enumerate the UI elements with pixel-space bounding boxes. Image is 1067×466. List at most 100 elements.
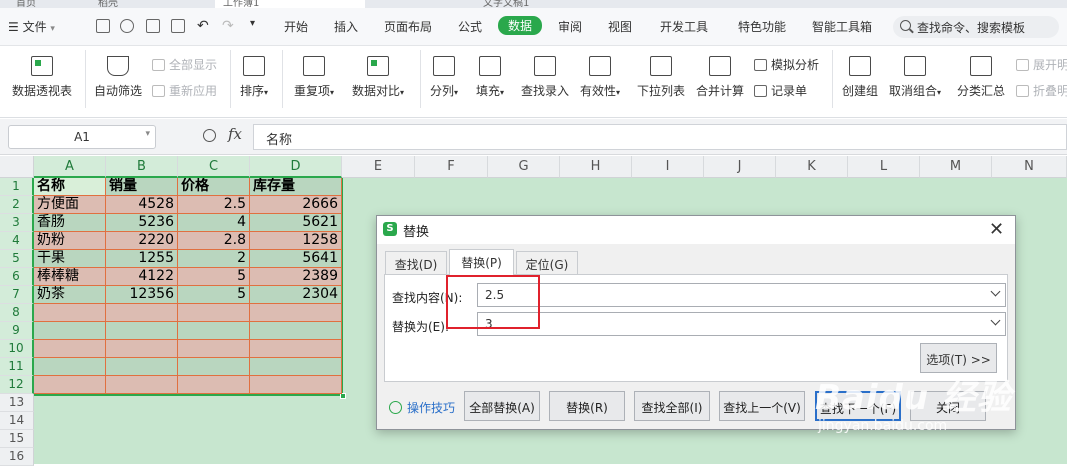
empty-cell[interactable] bbox=[250, 304, 342, 322]
header-cell[interactable]: 名称 bbox=[34, 178, 106, 196]
menu-item-view[interactable]: 视图 bbox=[608, 18, 632, 35]
chevron-down-icon[interactable] bbox=[990, 286, 1001, 297]
data-compare-button[interactable]: 数据对比▾ bbox=[352, 56, 404, 99]
column-header-f[interactable]: F bbox=[415, 156, 488, 178]
select-all-corner[interactable] bbox=[0, 156, 34, 178]
row-header-9[interactable]: 9 bbox=[0, 322, 34, 340]
menu-item-developer[interactable]: 开发工具 bbox=[660, 18, 708, 35]
duplicates-button[interactable]: 重复项▾ bbox=[294, 56, 334, 99]
chevron-down-icon[interactable] bbox=[990, 315, 1001, 326]
empty-cell[interactable] bbox=[178, 340, 250, 358]
replace-all-button[interactable]: 全部替换(A) bbox=[464, 391, 540, 421]
reapply-button[interactable]: 重新应用 bbox=[152, 82, 217, 99]
window-tab-docer[interactable]: 稻壳 bbox=[90, 0, 126, 8]
row-header-6[interactable]: 6 bbox=[0, 268, 34, 286]
row-header-5[interactable]: 5 bbox=[0, 250, 34, 268]
data-cell[interactable]: 2 bbox=[178, 250, 250, 268]
column-header-g[interactable]: G bbox=[488, 156, 560, 178]
data-cell[interactable]: 4122 bbox=[106, 268, 178, 286]
ungroup-button[interactable]: 取消组合▾ bbox=[889, 56, 941, 99]
subtotal-button[interactable]: 分类汇总 bbox=[957, 56, 1005, 99]
fill-button[interactable]: 填充▾ bbox=[476, 56, 504, 99]
window-tab-home[interactable]: 首页 bbox=[8, 0, 44, 8]
data-cell[interactable]: 2220 bbox=[106, 232, 178, 250]
fx-icon[interactable]: fx bbox=[228, 125, 242, 143]
column-header-h[interactable]: H bbox=[560, 156, 632, 178]
row-header-10[interactable]: 10 bbox=[0, 340, 34, 358]
create-group-button[interactable]: 创建组 bbox=[842, 56, 878, 99]
row-header-8[interactable]: 8 bbox=[0, 304, 34, 322]
row-header-2[interactable]: 2 bbox=[0, 196, 34, 214]
window-tab-document[interactable]: 文字文稿1 bbox=[475, 0, 537, 8]
row-header-12[interactable]: 12 bbox=[0, 376, 34, 394]
command-search[interactable]: 查找命令、搜索模板 bbox=[893, 16, 1059, 38]
print-icon[interactable] bbox=[146, 19, 160, 33]
data-cell[interactable]: 4528 bbox=[106, 196, 178, 214]
row-header-4[interactable]: 4 bbox=[0, 232, 34, 250]
column-header-n[interactable]: N bbox=[992, 156, 1067, 178]
menu-item-data[interactable]: 数据 bbox=[498, 16, 543, 35]
menu-item-insert[interactable]: 插入 bbox=[334, 18, 358, 35]
empty-cell[interactable] bbox=[250, 358, 342, 376]
column-header-b[interactable]: B bbox=[106, 156, 178, 178]
empty-cell[interactable] bbox=[106, 340, 178, 358]
data-cell[interactable]: 12356 bbox=[106, 286, 178, 304]
name-box[interactable]: A1 ▾ bbox=[8, 125, 156, 149]
menu-item-smart-toolbox[interactable]: 智能工具箱 bbox=[812, 18, 872, 35]
empty-cell[interactable] bbox=[34, 304, 106, 322]
column-header-e[interactable]: E bbox=[342, 156, 415, 178]
data-cell[interactable]: 2304 bbox=[250, 286, 342, 304]
find-all-button[interactable]: 查找全部(I) bbox=[634, 391, 710, 421]
empty-cell[interactable] bbox=[250, 376, 342, 394]
empty-cell[interactable] bbox=[178, 304, 250, 322]
find-input[interactable]: 2.5 bbox=[477, 283, 1006, 307]
pivot-table-button[interactable]: 数据透视表 bbox=[12, 56, 72, 99]
row-header-1[interactable]: 1 bbox=[0, 178, 34, 196]
column-header-c[interactable]: C bbox=[178, 156, 250, 178]
split-column-button[interactable]: 分列▾ bbox=[430, 56, 458, 99]
empty-cell[interactable] bbox=[106, 358, 178, 376]
row-header-14[interactable]: 14 bbox=[0, 412, 34, 430]
find-previous-button[interactable]: 查找上一个(V) bbox=[719, 391, 805, 421]
empty-cell[interactable] bbox=[178, 322, 250, 340]
consolidate-button[interactable]: 合并计算 bbox=[696, 56, 744, 99]
show-all-button[interactable]: 全部显示 bbox=[152, 56, 217, 73]
replace-input[interactable]: 3 bbox=[477, 312, 1006, 336]
record-form-button[interactable]: 记录单 bbox=[754, 82, 807, 99]
options-button[interactable]: 选项(T) >> bbox=[920, 343, 997, 373]
dropdown-list-button[interactable]: 下拉列表 bbox=[637, 56, 685, 99]
data-cell[interactable]: 2389 bbox=[250, 268, 342, 286]
data-cell[interactable]: 5621 bbox=[250, 214, 342, 232]
data-cell[interactable]: 2666 bbox=[250, 196, 342, 214]
cloud-icon[interactable] bbox=[120, 19, 134, 33]
tab-goto[interactable]: 定位(G) bbox=[516, 251, 578, 274]
data-cell[interactable]: 1258 bbox=[250, 232, 342, 250]
lookup-entry-button[interactable]: 查找录入 bbox=[521, 56, 569, 99]
row-header-16[interactable]: 16 bbox=[0, 448, 34, 466]
tab-replace[interactable]: 替换(P) bbox=[449, 249, 514, 275]
empty-cell[interactable] bbox=[178, 358, 250, 376]
data-cell[interactable]: 奶茶 bbox=[34, 286, 106, 304]
row-header-15[interactable]: 15 bbox=[0, 430, 34, 448]
data-cell[interactable]: 香肠 bbox=[34, 214, 106, 232]
print-preview-icon[interactable] bbox=[171, 19, 185, 33]
window-tab-workbook[interactable]: 工作簿1 bbox=[215, 0, 365, 8]
menu-item-review[interactable]: 审阅 bbox=[558, 18, 582, 35]
menu-item-page-layout[interactable]: 页面布局 bbox=[384, 18, 432, 35]
column-header-d[interactable]: D bbox=[250, 156, 342, 178]
data-cell[interactable]: 方便面 bbox=[34, 196, 106, 214]
row-header-13[interactable]: 13 bbox=[0, 394, 34, 412]
data-cell[interactable]: 2.5 bbox=[178, 196, 250, 214]
data-cell[interactable]: 5641 bbox=[250, 250, 342, 268]
column-header-m[interactable]: M bbox=[920, 156, 992, 178]
undo-icon[interactable]: ↶ bbox=[197, 18, 209, 34]
sort-button[interactable]: 排序▾ bbox=[240, 56, 268, 99]
tips-link[interactable]: 操作技巧 bbox=[389, 399, 455, 416]
replace-button[interactable]: 替换(R) bbox=[549, 391, 625, 421]
column-header-i[interactable]: I bbox=[632, 156, 704, 178]
data-cell[interactable]: 奶粉 bbox=[34, 232, 106, 250]
tab-find[interactable]: 查找(D) bbox=[385, 251, 447, 274]
formula-input[interactable]: 名称 bbox=[253, 124, 1067, 150]
data-cell[interactable]: 5 bbox=[178, 268, 250, 286]
data-cell[interactable]: 棒棒糖 bbox=[34, 268, 106, 286]
